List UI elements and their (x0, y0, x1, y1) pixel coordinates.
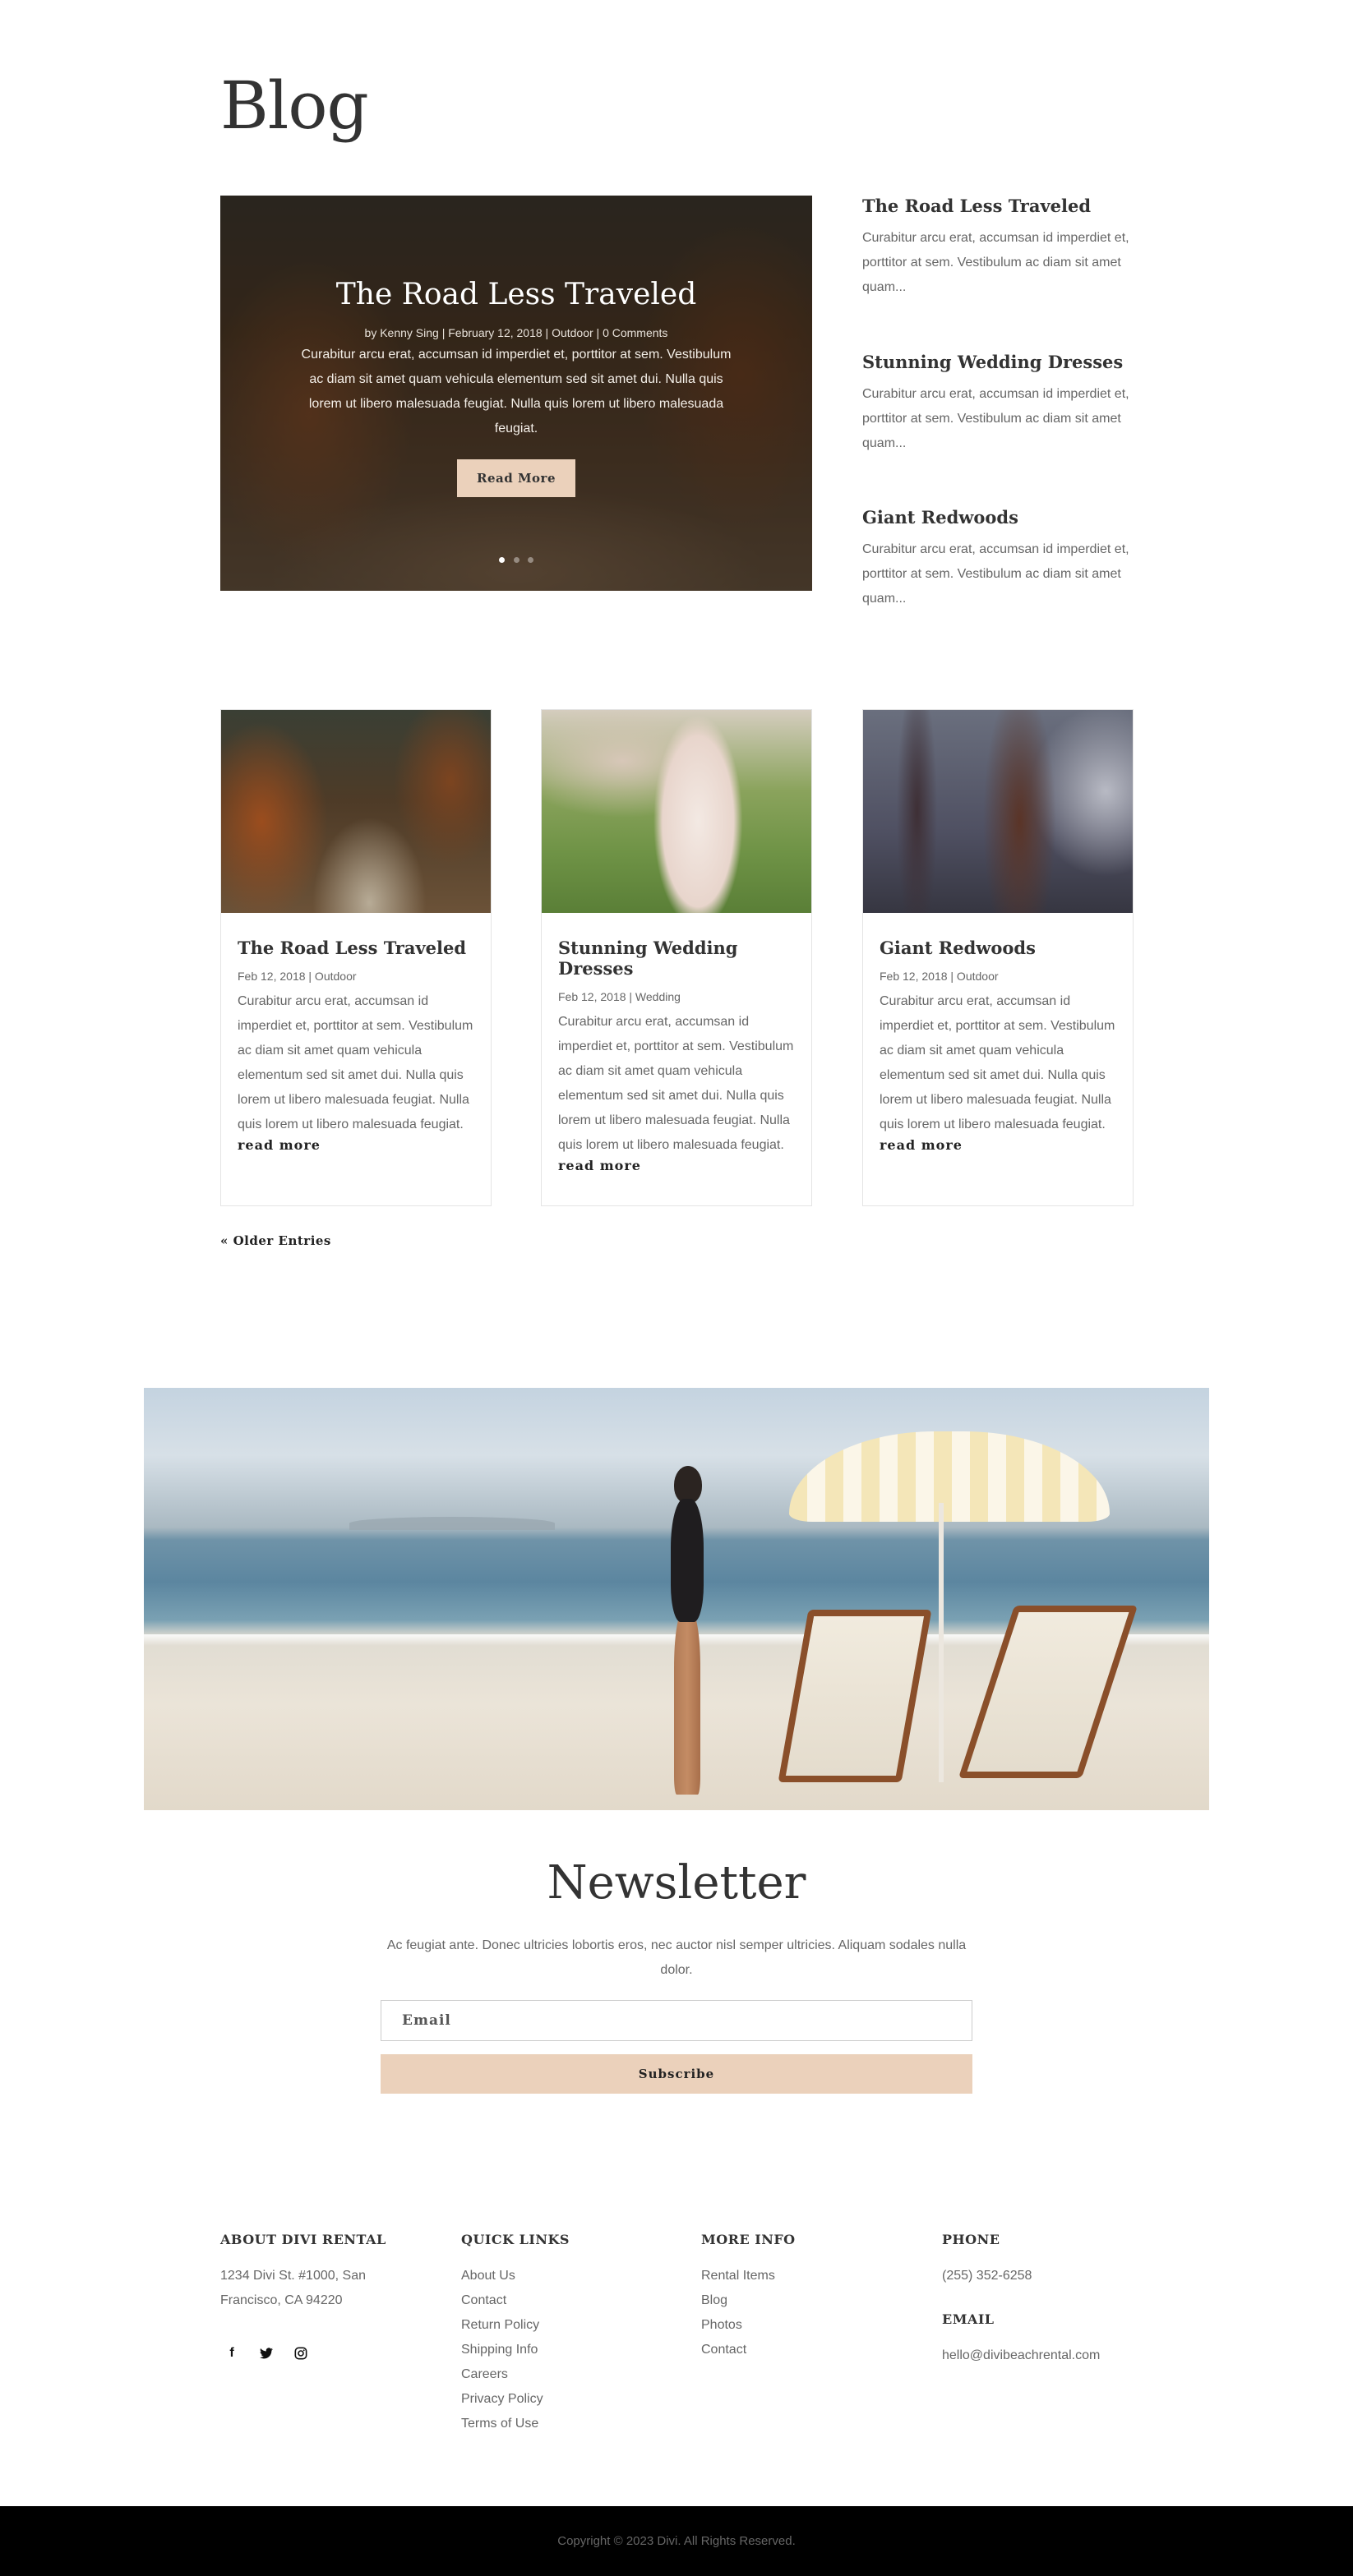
card-title[interactable]: Stunning Wedding Dresses (558, 938, 795, 979)
read-more-button[interactable]: Read More (457, 459, 575, 497)
slider-dots (220, 552, 812, 567)
copyright-bar: Copyright © 2023 Divi. All Rights Reserv… (0, 2506, 1353, 2576)
side-post-title[interactable]: The Road Less Traveled (862, 196, 1134, 216)
footer-contact: PHONE (255) 352-6258 EMAIL hello@divibea… (942, 2232, 1156, 2368)
card-image-redwood[interactable] (863, 710, 1133, 913)
blog-card: The Road Less Traveled Feb 12, 2018 | Ou… (220, 709, 492, 1206)
footer-link-careers[interactable]: Careers (461, 2362, 675, 2387)
page-title: Blog (220, 67, 369, 144)
address-line: 1234 Divi St. #1000, San (220, 2269, 367, 2283)
instagram-icon[interactable] (289, 2342, 312, 2365)
slider-dot-1[interactable] (499, 557, 506, 563)
footer-link-contact[interactable]: Contact (701, 2338, 915, 2362)
social-icons: f (220, 2342, 312, 2365)
slider-dot-2[interactable] (513, 557, 519, 563)
beach-hero-image (144, 1388, 1209, 1810)
featured-post-slider[interactable]: The Road Less Traveled by Kenny Sing | F… (220, 196, 812, 591)
phone-number[interactable]: (255) 352-6258 (942, 2264, 1156, 2288)
card-excerpt: Curabitur arcu erat, accumsan id imperdi… (558, 1015, 794, 1152)
side-post: Stunning Wedding Dresses Curabitur arcu … (862, 352, 1134, 456)
side-post-title[interactable]: Giant Redwoods (862, 507, 1134, 528)
email-field[interactable] (381, 2000, 972, 2041)
blog-card: Stunning Wedding Dresses Feb 12, 2018 | … (541, 709, 812, 1206)
woman-figure (659, 1466, 713, 1795)
footer-link-rental-items[interactable]: Rental Items (701, 2264, 915, 2288)
facebook-icon[interactable]: f (220, 2342, 243, 2365)
card-title[interactable]: Giant Redwoods (880, 938, 1116, 958)
newsletter-text: Ac feugiat ante. Donec ultricies loborti… (386, 1938, 967, 1977)
card-meta: Feb 12, 2018 | Wedding (558, 990, 681, 1003)
card-excerpt: Curabitur arcu erat, accumsan id imperdi… (880, 994, 1115, 1131)
beach-umbrella (789, 1431, 1110, 1522)
footer-link-privacy[interactable]: Privacy Policy (461, 2387, 675, 2412)
side-post-excerpt: Curabitur arcu erat, accumsan id imperdi… (862, 387, 1129, 450)
side-post-title[interactable]: Stunning Wedding Dresses (862, 352, 1134, 372)
slide-title[interactable]: The Road Less Traveled (294, 278, 738, 311)
footer-link-contact[interactable]: Contact (461, 2288, 675, 2313)
slide-excerpt: Curabitur arcu erat, accumsan id imperdi… (301, 348, 732, 435)
slider-dot-3[interactable] (527, 557, 533, 563)
card-meta: Feb 12, 2018 | Outdoor (880, 970, 999, 983)
footer-link-blog[interactable]: Blog (701, 2288, 915, 2313)
subscribe-button[interactable]: Subscribe (381, 2054, 972, 2094)
footer-heading: MORE INFO (701, 2232, 796, 2247)
blog-card: Giant Redwoods Feb 12, 2018 | Outdoor Cu… (862, 709, 1134, 1206)
read-more-link[interactable]: read more (238, 1137, 474, 1153)
footer-heading: EMAIL (942, 2311, 995, 2327)
side-post: Giant Redwoods Curabitur arcu erat, accu… (862, 507, 1134, 611)
slide-content: The Road Less Traveled by Kenny Sing | F… (294, 278, 738, 497)
twitter-icon[interactable] (255, 2342, 278, 2365)
distant-island (349, 1517, 555, 1530)
beach-chair (958, 1606, 1138, 1778)
footer-quick-links: QUICK LINKS About Us Contact Return Poli… (461, 2232, 675, 2436)
side-post-excerpt: Curabitur arcu erat, accumsan id imperdi… (862, 542, 1129, 606)
older-entries-link[interactable]: « Older Entries (220, 1233, 331, 1248)
newsletter-title: Newsletter (547, 1856, 806, 1910)
card-title[interactable]: The Road Less Traveled (238, 938, 474, 958)
card-excerpt: Curabitur arcu erat, accumsan id imperdi… (238, 994, 473, 1131)
side-post-excerpt: Curabitur arcu erat, accumsan id imperdi… (862, 231, 1129, 294)
footer-more-info: MORE INFO Rental Items Blog Photos Conta… (701, 2232, 915, 2362)
footer-heading: ABOUT DIVI RENTAL (220, 2232, 386, 2247)
card-meta: Feb 12, 2018 | Outdoor (238, 970, 357, 983)
copyright-text: Copyright © 2023 Divi. All Rights Reserv… (557, 2534, 796, 2548)
email-address[interactable]: hello@divibeachrental.com (942, 2343, 1156, 2368)
umbrella-pole (939, 1503, 944, 1782)
slide-meta: by Kenny Sing | February 12, 2018 | Outd… (364, 326, 668, 339)
side-post: The Road Less Traveled Curabitur arcu er… (862, 196, 1134, 300)
card-image-road[interactable] (221, 710, 491, 913)
address-line: Francisco, CA 94220 (220, 2293, 343, 2307)
footer-heading: QUICK LINKS (461, 2232, 570, 2247)
footer-link-return-policy[interactable]: Return Policy (461, 2313, 675, 2338)
footer-about: ABOUT DIVI RENTAL 1234 Divi St. #1000, S… (220, 2232, 434, 2313)
read-more-link[interactable]: read more (558, 1158, 795, 1173)
read-more-link[interactable]: read more (880, 1137, 1116, 1153)
footer-link-about[interactable]: About Us (461, 2264, 675, 2288)
footer-link-shipping[interactable]: Shipping Info (461, 2338, 675, 2362)
footer-link-terms[interactable]: Terms of Use (461, 2412, 675, 2436)
footer-link-photos[interactable]: Photos (701, 2313, 915, 2338)
footer-heading: PHONE (942, 2232, 1000, 2247)
card-image-wedding[interactable] (542, 710, 811, 913)
